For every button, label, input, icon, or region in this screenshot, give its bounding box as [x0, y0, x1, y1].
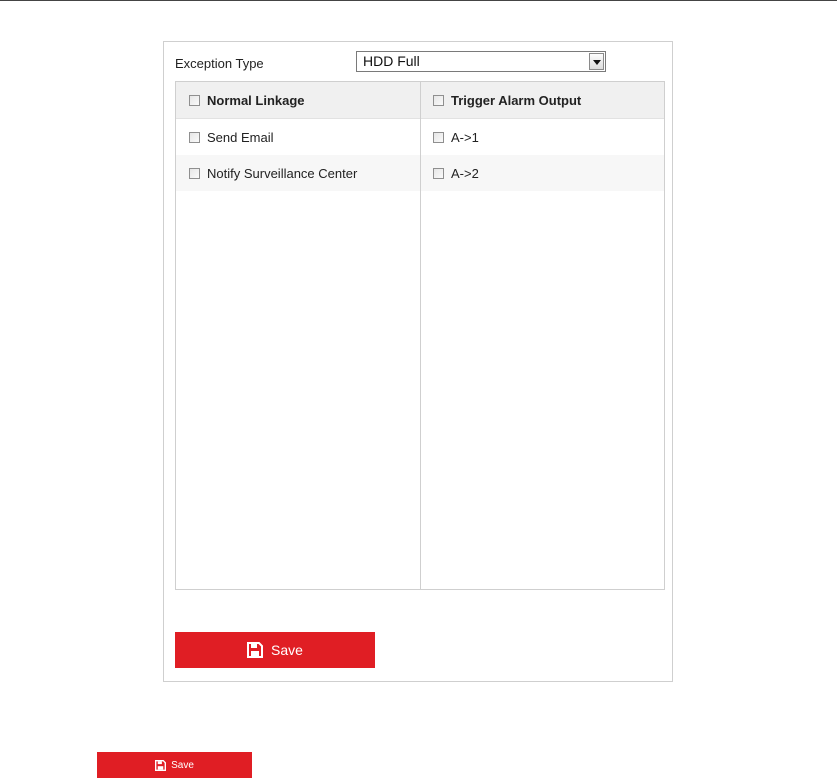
- alarm-output-a1-label: A->1: [451, 129, 479, 145]
- save-button-small[interactable]: Save: [97, 752, 252, 778]
- send-email-label: Send Email: [207, 129, 274, 145]
- save-button-label: Save: [271, 642, 303, 658]
- normal-linkage-column: Normal Linkage Send Email Notify Surveil…: [176, 82, 421, 589]
- alarm-output-select-all-checkbox[interactable]: [433, 94, 444, 106]
- floppy-disk-icon: [155, 759, 167, 771]
- notify-surveillance-center-checkbox[interactable]: [189, 167, 200, 179]
- linkage-grid: Normal Linkage Send Email Notify Surveil…: [175, 81, 665, 590]
- chevron-down-icon[interactable]: [589, 53, 604, 70]
- exception-type-select[interactable]: HDD Full: [356, 51, 606, 72]
- save-button[interactable]: Save: [175, 632, 375, 668]
- list-item[interactable]: Notify Surveillance Center: [176, 155, 420, 191]
- normal-linkage-header[interactable]: Normal Linkage: [176, 82, 420, 119]
- alarm-output-a2-checkbox[interactable]: [433, 167, 444, 179]
- alarm-output-a2-label: A->2: [451, 165, 479, 181]
- floppy-disk-icon: [247, 642, 264, 658]
- send-email-checkbox[interactable]: [189, 131, 200, 143]
- list-item[interactable]: Send Email: [176, 119, 420, 155]
- top-divider: [0, 0, 837, 1]
- alarm-output-header[interactable]: Trigger Alarm Output: [421, 82, 664, 119]
- list-item[interactable]: A->2: [421, 155, 664, 191]
- list-item[interactable]: A->1: [421, 119, 664, 155]
- alarm-output-column: Trigger Alarm Output A->1 A->2: [421, 82, 664, 589]
- exception-type-label: Exception Type: [175, 56, 264, 71]
- alarm-output-a1-checkbox[interactable]: [433, 131, 444, 143]
- normal-linkage-header-label: Normal Linkage: [207, 92, 305, 108]
- exception-settings-panel: Exception Type HDD Full Normal Linkage S…: [163, 41, 673, 682]
- save-button-small-label: Save: [171, 759, 194, 771]
- alarm-output-header-label: Trigger Alarm Output: [451, 92, 582, 108]
- notify-surveillance-center-label: Notify Surveillance Center: [207, 165, 358, 181]
- exception-type-value: HDD Full: [363, 53, 420, 69]
- normal-linkage-select-all-checkbox[interactable]: [189, 94, 200, 106]
